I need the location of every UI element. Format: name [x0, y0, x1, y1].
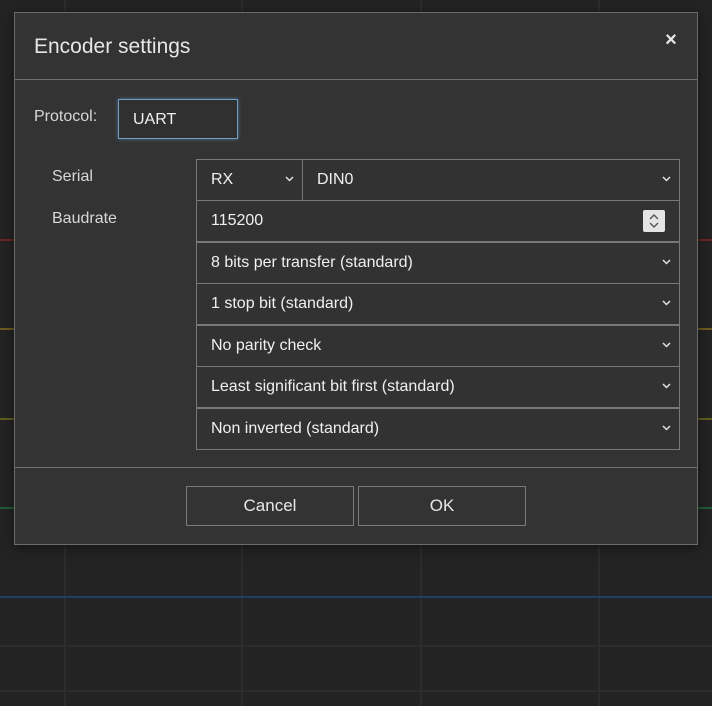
serial-direction-value: RX [211, 171, 234, 188]
ok-button[interactable]: OK [358, 486, 526, 526]
grid-line [0, 645, 712, 647]
dialog-title: Encoder settings [34, 35, 191, 58]
data-bits-select[interactable]: 8 bits per transfer (standard) [196, 242, 680, 284]
encoder-settings-dialog: Encoder settings × Protocol: UART Serial… [14, 12, 698, 545]
polarity-value: Non inverted (standard) [211, 420, 380, 437]
serial-channel-value: DIN0 [317, 171, 354, 188]
dialog-header: Encoder settings × [15, 13, 697, 80]
serial-label: Serial [52, 168, 93, 185]
signal-trace [0, 239, 14, 241]
baudrate-label: Baudrate [52, 210, 117, 227]
signal-trace [698, 507, 712, 509]
parity-select[interactable]: No parity check [196, 325, 680, 367]
chevron-down-icon [662, 340, 671, 349]
serial-direction-select[interactable]: RX [196, 159, 303, 201]
footer-divider [15, 467, 697, 468]
signal-trace [698, 328, 712, 330]
baudrate-input[interactable]: 115200 [196, 200, 680, 242]
signal-trace [0, 328, 14, 330]
chevron-down-icon [662, 174, 671, 183]
polarity-select[interactable]: Non inverted (standard) [196, 408, 680, 450]
signal-trace [698, 239, 712, 241]
number-spinner-icon[interactable] [643, 210, 665, 232]
signal-trace [698, 418, 712, 420]
protocol-select[interactable]: UART [118, 99, 238, 139]
chevron-down-icon [285, 174, 294, 183]
serial-channel-select[interactable]: DIN0 [302, 159, 680, 201]
protocol-label: Protocol: [34, 108, 98, 125]
close-icon[interactable]: × [661, 29, 681, 51]
data-bits-value: 8 bits per transfer (standard) [211, 254, 413, 271]
chevron-down-icon [662, 423, 671, 432]
signal-trace [0, 418, 14, 420]
baudrate-value: 115200 [211, 212, 264, 229]
chevron-down-icon [662, 257, 671, 266]
signal-trace [0, 507, 14, 509]
stop-bits-value: 1 stop bit (standard) [211, 295, 354, 312]
parity-value: No parity check [211, 337, 322, 354]
bit-order-value: Least significant bit first (standard) [211, 378, 455, 395]
signal-trace [0, 596, 712, 598]
grid-line [0, 690, 712, 692]
cancel-button[interactable]: Cancel [186, 486, 354, 526]
chevron-down-icon [662, 298, 671, 307]
chevron-down-icon [662, 381, 671, 390]
stop-bits-select[interactable]: 1 stop bit (standard) [196, 283, 680, 325]
bit-order-select[interactable]: Least significant bit first (standard) [196, 366, 680, 408]
